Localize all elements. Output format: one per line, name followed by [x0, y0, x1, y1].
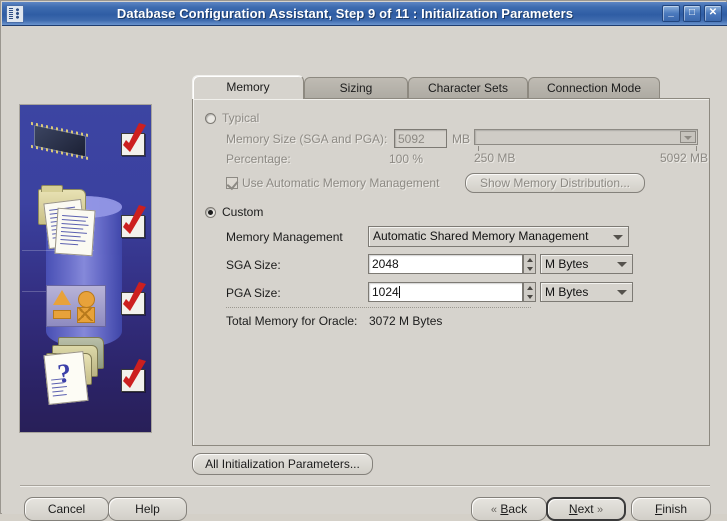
memory-size-slider-track[interactable]: [474, 129, 698, 145]
shapes-palette-icon: [46, 285, 106, 327]
auto-memory-management-checkbox[interactable]: [226, 177, 238, 189]
sga-unit-select[interactable]: M Bytes: [540, 254, 633, 274]
sga-size-label: SGA Size:: [226, 258, 281, 272]
memory-management-value: Automatic Shared Memory Management: [373, 229, 589, 243]
total-memory-value: 3072 M Bytes: [369, 314, 443, 328]
slider-max-label: 5092 MB: [660, 151, 709, 165]
checkmark-icon: [121, 205, 146, 238]
typical-radio[interactable]: [205, 113, 216, 124]
help-button[interactable]: Help: [108, 497, 187, 521]
next-button[interactable]: Next »: [546, 497, 626, 521]
chevron-down-icon: [617, 262, 627, 267]
section-divider: [226, 307, 531, 308]
slider-min-label: 250 MB: [474, 151, 516, 165]
window-menu-icon[interactable]: [6, 4, 24, 23]
auto-memory-management-label: Use Automatic Memory Management: [242, 176, 440, 190]
memory-management-label: Memory Management: [226, 230, 343, 244]
pga-size-input[interactable]: 1024: [368, 282, 523, 302]
documents-stack-icon: [36, 185, 98, 257]
wizard-illustration: ?: [19, 104, 152, 433]
text-caret: [398, 286, 400, 298]
help-documents-icon: ?: [38, 337, 112, 405]
memory-size-label: Memory Size (SGA and PGA):: [226, 132, 388, 146]
tab-memory[interactable]: Memory: [192, 75, 304, 99]
tab-strip: Memory Sizing Character Sets Connection …: [192, 75, 710, 99]
total-memory-label: Total Memory for Oracle:: [226, 314, 358, 328]
next-arrow-icon: »: [596, 504, 604, 516]
close-button[interactable]: ✕: [704, 5, 722, 22]
tab-character-sets[interactable]: Character Sets: [408, 77, 528, 99]
client-area: ? Memory Sizing Character Sets Connectio…: [2, 26, 727, 521]
typical-label: Typical: [222, 111, 260, 125]
chevron-down-icon: [617, 290, 627, 295]
pga-unit-select[interactable]: M Bytes: [540, 282, 633, 302]
tab-connection-mode[interactable]: Connection Mode: [528, 77, 660, 99]
percentage-value: 100 %: [389, 152, 424, 166]
sga-size-stepper[interactable]: [523, 254, 536, 274]
custom-radio[interactable]: [205, 207, 216, 218]
all-initialization-parameters-button[interactable]: All Initialization Parameters...: [192, 453, 373, 475]
maximize-button[interactable]: □: [683, 5, 701, 22]
minimize-button[interactable]: _: [662, 5, 680, 22]
pga-stepper-up-icon: [524, 283, 535, 292]
pga-stepper-down-icon: [524, 292, 535, 301]
window-controls: _ □ ✕: [662, 5, 722, 22]
memory-management-select[interactable]: Automatic Shared Memory Management: [368, 226, 629, 247]
sga-unit-value: M Bytes: [545, 257, 589, 271]
memory-tab-panel: Typical Memory Size (SGA and PGA): 5092 …: [192, 98, 710, 446]
sga-size-input[interactable]: 2048: [368, 254, 523, 274]
back-arrow-icon: «: [490, 504, 498, 516]
back-button[interactable]: « Back: [471, 497, 547, 521]
checkmark-icon: [121, 123, 146, 156]
show-memory-distribution-button[interactable]: Show Memory Distribution...: [465, 173, 645, 193]
memory-size-input[interactable]: 5092: [394, 129, 447, 148]
pga-size-value: 1024: [372, 285, 399, 299]
title-bar: Database Configuration Assistant, Step 9…: [2, 2, 727, 26]
pga-unit-value: M Bytes: [545, 285, 589, 299]
pga-size-stepper[interactable]: [523, 282, 536, 302]
custom-label: Custom: [222, 205, 264, 219]
memory-chip-icon: [34, 124, 86, 158]
percentage-label: Percentage:: [226, 152, 291, 166]
tab-sizing[interactable]: Sizing: [304, 77, 408, 99]
memory-size-unit: MB: [452, 132, 470, 146]
finish-button[interactable]: Finish: [631, 497, 711, 521]
checkmark-icon: [121, 282, 146, 315]
footer-divider: [20, 485, 710, 486]
pga-size-label: PGA Size:: [226, 286, 281, 300]
cancel-button[interactable]: Cancel: [24, 497, 109, 521]
chevron-down-icon: [613, 234, 623, 240]
sga-stepper-down-icon: [524, 264, 535, 273]
window-title: Database Configuration Assistant, Step 9…: [116, 6, 574, 21]
sga-stepper-up-icon: [524, 255, 535, 264]
application-window: Database Configuration Assistant, Step 9…: [0, 0, 727, 521]
memory-size-slider-thumb[interactable]: [680, 131, 696, 143]
checkmark-icon: [121, 359, 146, 392]
